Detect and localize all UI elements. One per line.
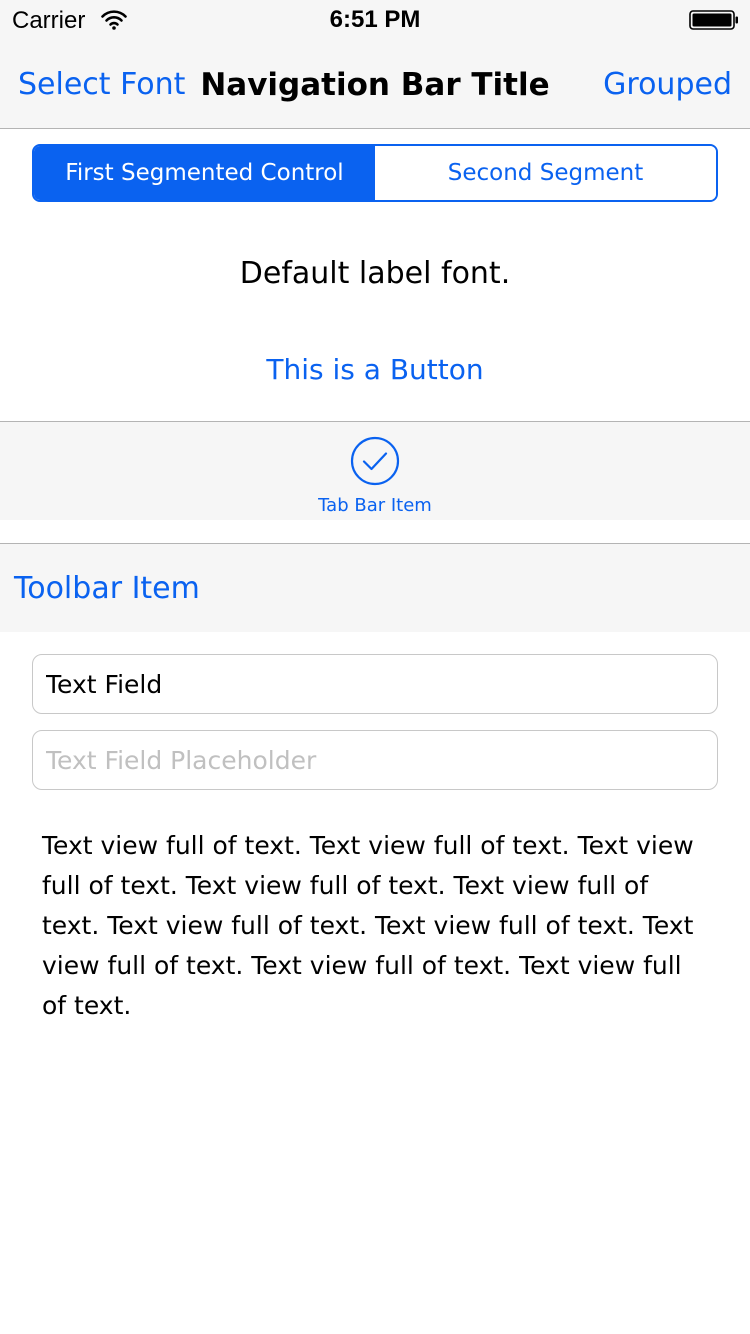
tab-bar: Tab Bar Item <box>0 421 750 520</box>
segmented-control: First Segmented Control Second Segment <box>32 144 718 202</box>
grouped-button[interactable]: Grouped <box>603 66 732 104</box>
segment-second[interactable]: Second Segment <box>375 146 716 200</box>
toolbar-item-button[interactable]: Toolbar Item <box>14 570 200 608</box>
status-bar: Carrier 6:51 PM <box>0 0 750 40</box>
tab-bar-item[interactable]: Tab Bar Item <box>275 422 475 520</box>
segment-first[interactable]: First Segmented Control <box>34 146 375 200</box>
this-is-a-button[interactable]: This is a Button <box>0 350 750 390</box>
navigation-bar: Select Font Navigation Bar Title Grouped <box>0 40 750 129</box>
text-field[interactable] <box>32 654 718 714</box>
battery-icon <box>689 10 738 30</box>
checkmark-circle-icon <box>350 436 400 486</box>
text-field-placeholder[interactable] <box>32 730 718 790</box>
tab-bar-item-label: Tab Bar Item <box>318 495 432 516</box>
toolbar: Toolbar Item <box>0 543 750 632</box>
default-label: Default label font. <box>239 256 511 291</box>
status-time: 6:51 PM <box>329 6 421 33</box>
text-view[interactable]: Text view full of text. Text view full o… <box>32 826 718 1026</box>
